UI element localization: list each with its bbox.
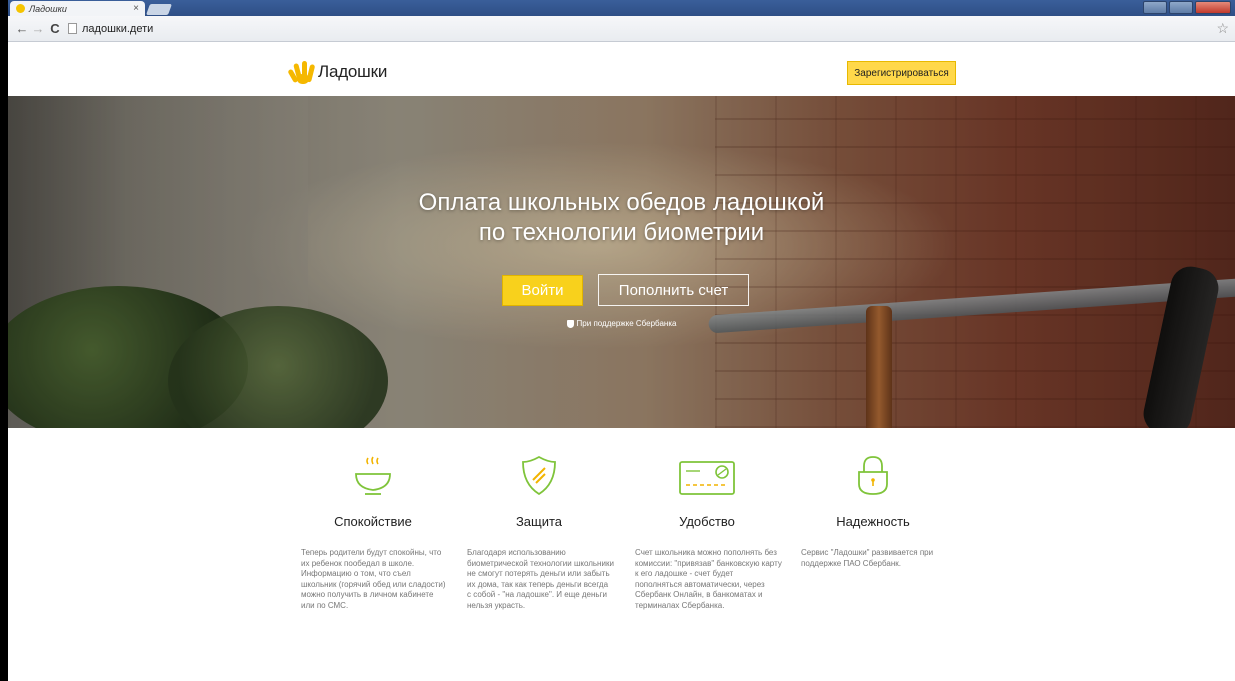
back-button[interactable]: ← [14, 21, 30, 36]
minimize-button[interactable] [1143, 1, 1167, 14]
bank-card-icon [632, 454, 782, 498]
browser-toolbar: ← → C ладошки.дети ☆ [8, 16, 1235, 42]
site-header: Ладошки Зарегистрироваться [8, 42, 1235, 96]
feature-text: Благодаря использованию биометрической т… [467, 548, 614, 610]
feature-title: Удобство [679, 514, 735, 529]
shield-icon [464, 454, 614, 498]
top-up-button[interactable]: Пополнить счет [598, 274, 749, 306]
feature-title: Спокойствие [334, 514, 412, 529]
feature-protection: Защита Благодаря использованию биометрич… [464, 454, 614, 611]
palm-icon [287, 60, 316, 84]
bookmark-star-icon[interactable]: ☆ [1216, 20, 1229, 37]
maximize-button[interactable] [1169, 1, 1193, 14]
shield-icon [566, 319, 574, 328]
tab-title: Ладошки [29, 3, 67, 14]
feature-reliability: Надежность Сервис "Ладошки" развивается … [798, 454, 948, 569]
login-button[interactable]: Войти [502, 275, 583, 306]
new-tab-button[interactable] [145, 4, 173, 15]
browser-tab[interactable]: Ладошки × [10, 1, 145, 16]
close-window-button[interactable] [1195, 1, 1231, 14]
features-section: Спокойствие Теперь родители будут спокой… [8, 428, 1235, 681]
feature-text: Сервис "Ладошки" развивается при поддерж… [801, 548, 934, 568]
tab-close-icon[interactable]: × [133, 3, 139, 14]
feature-title: Надежность [836, 514, 910, 529]
feature-convenience: Удобство Счет школьника можно пополнять … [632, 454, 782, 611]
window-controls [1143, 1, 1231, 14]
url-text: ладошки.дети [82, 22, 154, 35]
padlock-icon [798, 454, 948, 498]
reload-button[interactable]: C [46, 21, 64, 36]
forward-button[interactable]: → [30, 21, 46, 36]
feature-text: Счет школьника можно пополнять без комис… [635, 548, 782, 610]
favicon-icon [16, 4, 25, 13]
browser-window: Ладошки × ← → C ладошки.дети ☆ Ладошки З… [8, 0, 1235, 681]
hero-banner: Оплата школьных обедов ладошкой по техно… [8, 96, 1235, 428]
logo-text: Ладошки [318, 62, 388, 81]
feature-calm: Спокойствие Теперь родители будут спокой… [298, 454, 448, 611]
address-bar[interactable]: ладошки.дети [68, 20, 1211, 38]
soup-bowl-icon [298, 454, 448, 498]
hero-title: Оплата школьных обедов ладошкой по техно… [418, 189, 825, 246]
page-icon [68, 23, 77, 34]
support-note: При поддержке Сбербанка [8, 319, 1235, 328]
site-logo[interactable]: Ладошки [287, 60, 388, 84]
register-button[interactable]: Зарегистрироваться [847, 61, 956, 85]
tab-strip: Ладошки × [8, 0, 1235, 16]
feature-title: Защита [515, 514, 563, 529]
feature-text: Теперь родители будут спокойны, что их р… [301, 548, 446, 610]
